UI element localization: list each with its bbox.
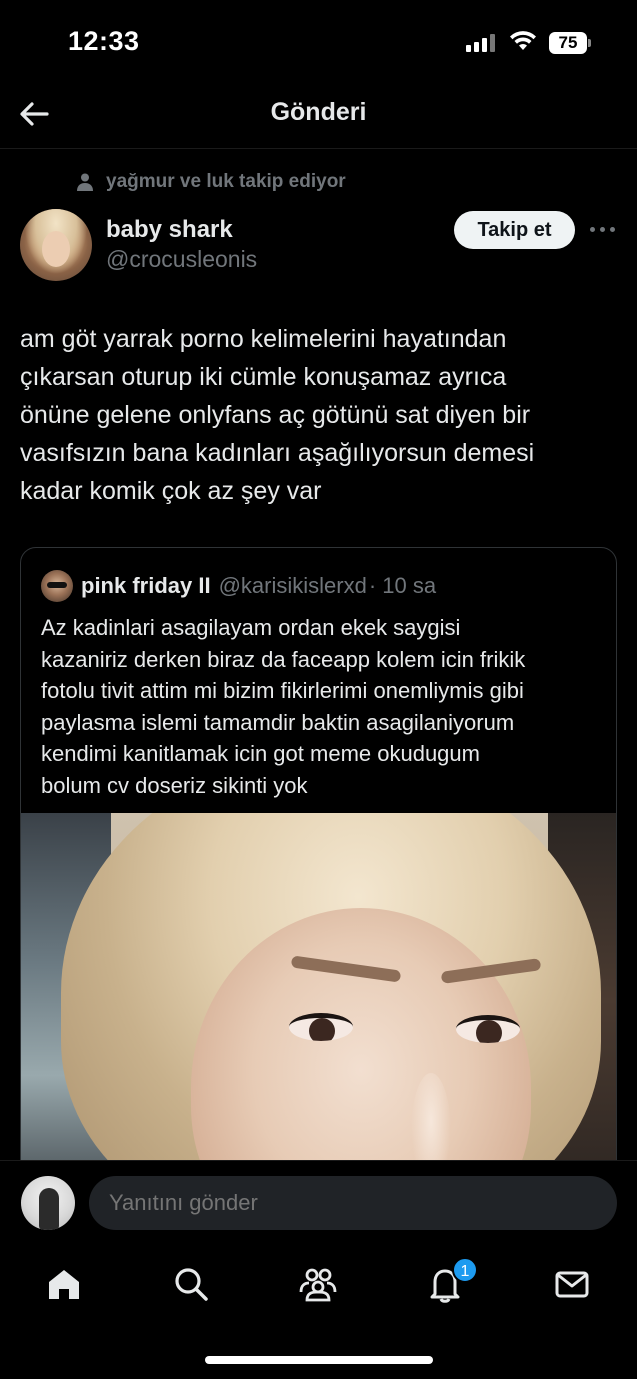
communities-icon — [299, 1268, 337, 1302]
battery-icon: 75 — [549, 32, 591, 54]
quoted-text-line: paylasma islemi tamamdir baktin asagilan… — [41, 709, 515, 735]
tab-search[interactable] — [171, 1264, 211, 1304]
follow-button[interactable]: Takip et — [454, 211, 575, 249]
home-indicator — [205, 1356, 433, 1364]
author-handle[interactable]: @crocusleonis — [106, 246, 257, 273]
quoted-post-image[interactable] — [21, 813, 616, 1186]
notification-badge: 1 — [452, 1257, 478, 1283]
post-text-line: vasıfsızın bana kadınları aşağılıyorsun … — [20, 439, 535, 467]
quoted-author-avatar — [41, 570, 73, 602]
status-bar: 12:33 75 — [0, 0, 637, 80]
author-display-name[interactable]: baby shark — [106, 216, 233, 244]
person-icon — [77, 173, 93, 191]
post-text-line: çıkarsan oturup iki cümle konuşamaz ayrı… — [20, 363, 507, 391]
current-user-avatar[interactable] — [21, 1176, 75, 1230]
quoted-text-line: fotolu tivit attim mi bizim fikirlerimi … — [41, 678, 524, 703]
quoted-author-name: pink friday II — [81, 573, 211, 598]
quoted-post-card[interactable]: pink friday II @karisikislerxd · 10 sa A… — [20, 547, 617, 1187]
tab-home[interactable] — [44, 1264, 84, 1304]
post-text-line: önüne gelene onlyfans aç götünü sat diye… — [20, 401, 531, 429]
top-navigation: Gönderi — [0, 80, 637, 148]
social-context[interactable]: yağmur ve luk takip ediyor — [74, 170, 346, 194]
quoted-post-text: Az kadinlari asagilayam ordan ekek saygi… — [41, 612, 601, 801]
reply-bar — [0, 1160, 637, 1250]
social-context-text: yağmur ve luk takip ediyor — [106, 171, 346, 192]
tab-communities[interactable] — [298, 1264, 338, 1304]
reply-input[interactable] — [89, 1176, 617, 1230]
more-options-icon[interactable] — [588, 218, 618, 240]
battery-level: 75 — [549, 32, 587, 54]
author-avatar[interactable] — [20, 209, 92, 281]
quoted-post-time: · 10 sa — [368, 573, 437, 598]
quoted-post-header: pink friday II @karisikislerxd · 10 sa — [41, 570, 436, 602]
wifi-icon — [509, 30, 537, 52]
tab-messages[interactable] — [552, 1264, 592, 1304]
post-text: am göt yarrak porno kelimelerini hayatın… — [20, 320, 620, 510]
quoted-text-line: kendimi kanitlamak icin got meme okudugu… — [41, 741, 480, 766]
post-text-line: am göt yarrak porno kelimelerini hayatın… — [20, 325, 507, 353]
quoted-text-line: bolum cv doseriz sikinti yok — [41, 772, 308, 798]
quoted-author-handle: @karisikislerxd — [218, 573, 367, 598]
quoted-text-line: Az kadinlari asagilayam ordan ekek saygi… — [41, 615, 461, 640]
quoted-text-line: kazaniriz derken biraz da faceapp kolem … — [41, 646, 526, 672]
status-time: 12:33 — [68, 26, 140, 56]
post-text-line: kadar komik çok az şey var — [20, 477, 322, 505]
messages-icon — [555, 1271, 589, 1298]
home-icon — [49, 1270, 79, 1299]
header-divider — [0, 148, 637, 149]
cellular-signal-icon — [466, 34, 496, 52]
search-icon — [175, 1268, 208, 1301]
page-title: Gönderi — [270, 98, 367, 126]
